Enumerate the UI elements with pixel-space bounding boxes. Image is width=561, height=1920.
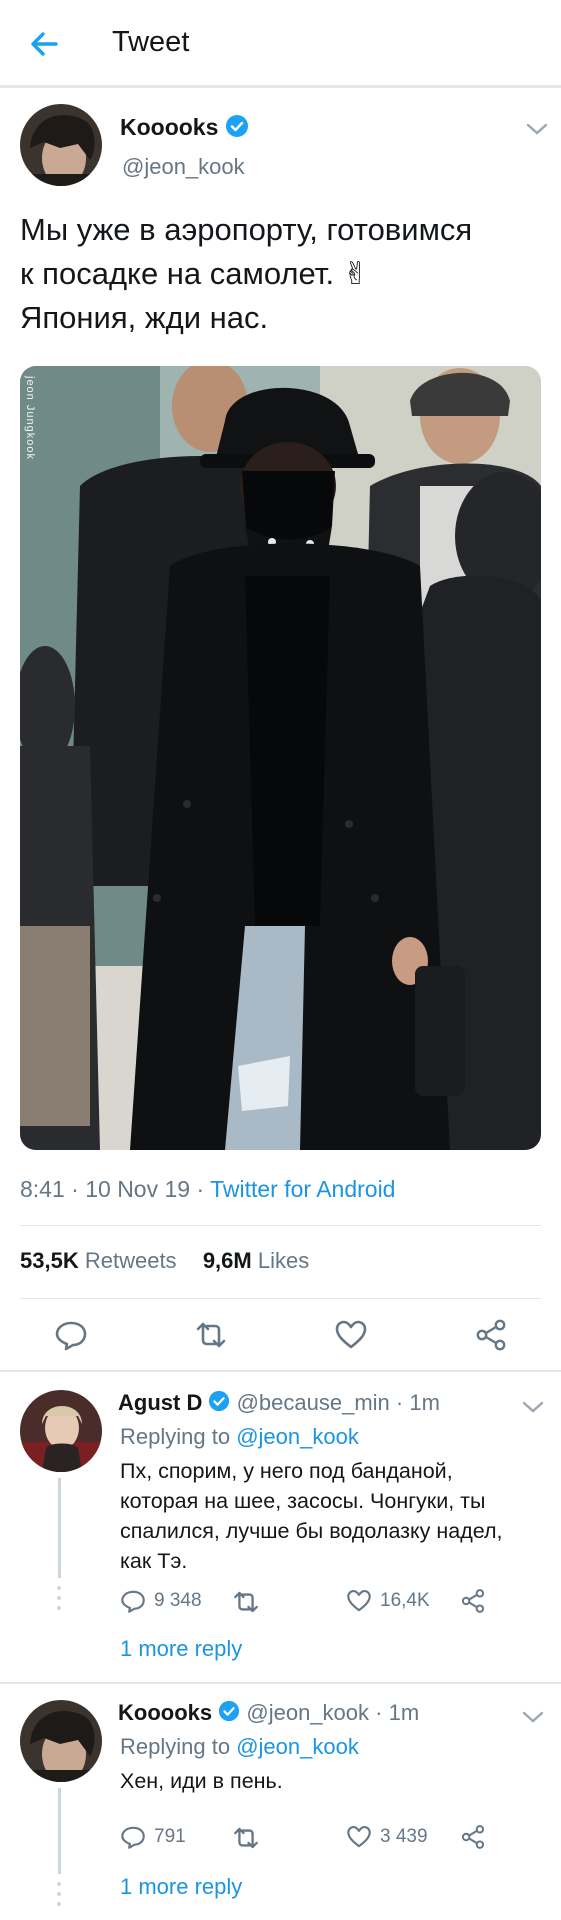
reply-text: Пх, спорим, у него под банданой, которая… bbox=[120, 1456, 550, 1576]
share-icon[interactable] bbox=[460, 1588, 486, 1614]
reply-icon[interactable] bbox=[120, 1588, 146, 1614]
reply-author-name[interactable]: Kooooks bbox=[118, 1700, 212, 1725]
chevron-down-icon[interactable] bbox=[526, 122, 548, 136]
reply-author-name[interactable]: Agust D bbox=[118, 1390, 202, 1415]
reply-author-handle[interactable]: @jeon_kook bbox=[246, 1700, 369, 1725]
replying-to-handle[interactable]: @jeon_kook bbox=[236, 1734, 359, 1759]
tweet-meta: 8:41 · 10 Nov 19 · Twitter for Android bbox=[20, 1176, 396, 1202]
reply-age: 1m bbox=[388, 1700, 420, 1725]
likes-count[interactable]: 9,6M bbox=[203, 1248, 252, 1273]
thread-line bbox=[58, 1788, 61, 1874]
verified-badge-icon bbox=[208, 1390, 230, 1418]
retweets-count[interactable]: 53,5K bbox=[20, 1248, 79, 1273]
thread-dots bbox=[57, 1880, 61, 1910]
avatar[interactable] bbox=[20, 1700, 102, 1782]
share-button[interactable] bbox=[460, 1588, 486, 1614]
reply-text: Хен, иди в пень. bbox=[120, 1766, 550, 1796]
author-handle[interactable]: @jeon_kook bbox=[122, 154, 245, 180]
reply-header: Kooooks @jeon_kook · 1m bbox=[118, 1700, 419, 1728]
top-bar: Tweet bbox=[0, 0, 561, 88]
verified-badge-icon bbox=[225, 114, 249, 144]
chevron-down-icon[interactable] bbox=[522, 1400, 544, 1414]
replying-to: Replying to @jeon_kook bbox=[120, 1424, 359, 1450]
reply-icon[interactable] bbox=[120, 1824, 146, 1850]
reply-button[interactable]: 9 348 bbox=[120, 1588, 202, 1614]
tweet-actions bbox=[0, 1310, 561, 1362]
retweets-label[interactable]: Retweets bbox=[85, 1248, 177, 1273]
divider bbox=[20, 1225, 541, 1226]
tweet-text: Мы уже в аэропорту, готовимся к посадке … bbox=[20, 208, 540, 340]
like-heart-icon[interactable] bbox=[334, 1318, 368, 1352]
verified-badge-icon bbox=[218, 1700, 240, 1728]
reply-count: 791 bbox=[154, 1826, 186, 1847]
reply-header: Agust D @because_min · 1m bbox=[118, 1390, 440, 1418]
thread-line bbox=[58, 1478, 61, 1578]
back-arrow-icon[interactable] bbox=[26, 26, 62, 62]
divider bbox=[20, 1298, 541, 1299]
reply-actions: 9 348 16,4K bbox=[118, 1588, 518, 1622]
like-button[interactable]: 3 439 bbox=[346, 1824, 428, 1850]
like-heart-icon[interactable] bbox=[346, 1588, 372, 1614]
retweet-button[interactable] bbox=[232, 1824, 260, 1852]
reply-actions: 791 3 439 bbox=[118, 1824, 518, 1858]
like-button[interactable]: 16,4K bbox=[346, 1588, 430, 1614]
author-name[interactable]: Kooooks bbox=[120, 114, 218, 140]
replying-prefix: Replying to bbox=[120, 1424, 231, 1449]
page-title: Tweet bbox=[112, 26, 190, 58]
share-icon[interactable] bbox=[474, 1318, 508, 1352]
retweet-button[interactable] bbox=[232, 1588, 260, 1616]
like-heart-icon[interactable] bbox=[346, 1824, 372, 1850]
replying-to: Replying to @jeon_kook bbox=[120, 1734, 359, 1760]
tweet-text-line: Мы уже в аэропорту, готовимся bbox=[20, 212, 473, 247]
reply-icon[interactable] bbox=[54, 1318, 88, 1352]
retweet-icon[interactable] bbox=[232, 1588, 260, 1616]
tweet-date: 10 Nov 19 bbox=[85, 1176, 191, 1202]
share-button[interactable] bbox=[460, 1824, 486, 1850]
more-replies-link[interactable]: 1 more reply bbox=[120, 1874, 242, 1900]
reply-text-line: Пх, спорим, у него под банданой, bbox=[120, 1459, 453, 1483]
photo-watermark: jeon Jungkook bbox=[24, 376, 36, 460]
reply-text-line: спалился, лучше бы водолазку надел, bbox=[120, 1519, 503, 1543]
chevron-down-icon[interactable] bbox=[522, 1710, 544, 1724]
reply-text-line: как Тэ. bbox=[120, 1549, 188, 1573]
tweet-time: 8:41 bbox=[20, 1176, 65, 1202]
retweet-icon[interactable] bbox=[232, 1824, 260, 1852]
reply-author-handle[interactable]: @because_min bbox=[237, 1390, 390, 1415]
reply-text-line: Хен, иди в пень. bbox=[120, 1769, 283, 1793]
tweet-text-line: к посадке на самолет. ✌ bbox=[20, 256, 369, 291]
reply-tweet[interactable]: Kooooks @jeon_kook · 1m Replying to @jeo… bbox=[0, 1684, 561, 1920]
reply-count: 9 348 bbox=[154, 1590, 202, 1611]
tweet-source[interactable]: Twitter for Android bbox=[210, 1176, 395, 1202]
retweet-icon[interactable] bbox=[194, 1318, 228, 1352]
tweet-text-line: Япония, жди нас. bbox=[20, 300, 269, 335]
tweet-stats: 53,5K Retweets 9,6M Likes bbox=[20, 1248, 309, 1274]
more-replies-link[interactable]: 1 more reply bbox=[120, 1636, 242, 1662]
reply-text-line: которая на шее, засосы. Чонгуки, ты bbox=[120, 1489, 486, 1513]
avatar[interactable] bbox=[20, 1390, 102, 1472]
avatar[interactable] bbox=[20, 104, 102, 186]
tweet-photo[interactable]: jeon Jungkook bbox=[20, 366, 541, 1150]
replying-to-handle[interactable]: @jeon_kook bbox=[236, 1424, 359, 1449]
share-icon[interactable] bbox=[460, 1824, 486, 1850]
like-count: 16,4K bbox=[380, 1590, 430, 1611]
thread-dots bbox=[57, 1584, 61, 1614]
reply-button[interactable]: 791 bbox=[120, 1824, 186, 1850]
reply-tweet[interactable]: Agust D @because_min · 1m Replying to @j… bbox=[0, 1372, 561, 1682]
replying-prefix: Replying to bbox=[120, 1734, 231, 1759]
like-count: 3 439 bbox=[380, 1826, 428, 1847]
tweet-author: Kooooks bbox=[120, 114, 249, 144]
reply-age: 1m bbox=[409, 1390, 440, 1415]
likes-label[interactable]: Likes bbox=[258, 1248, 309, 1273]
